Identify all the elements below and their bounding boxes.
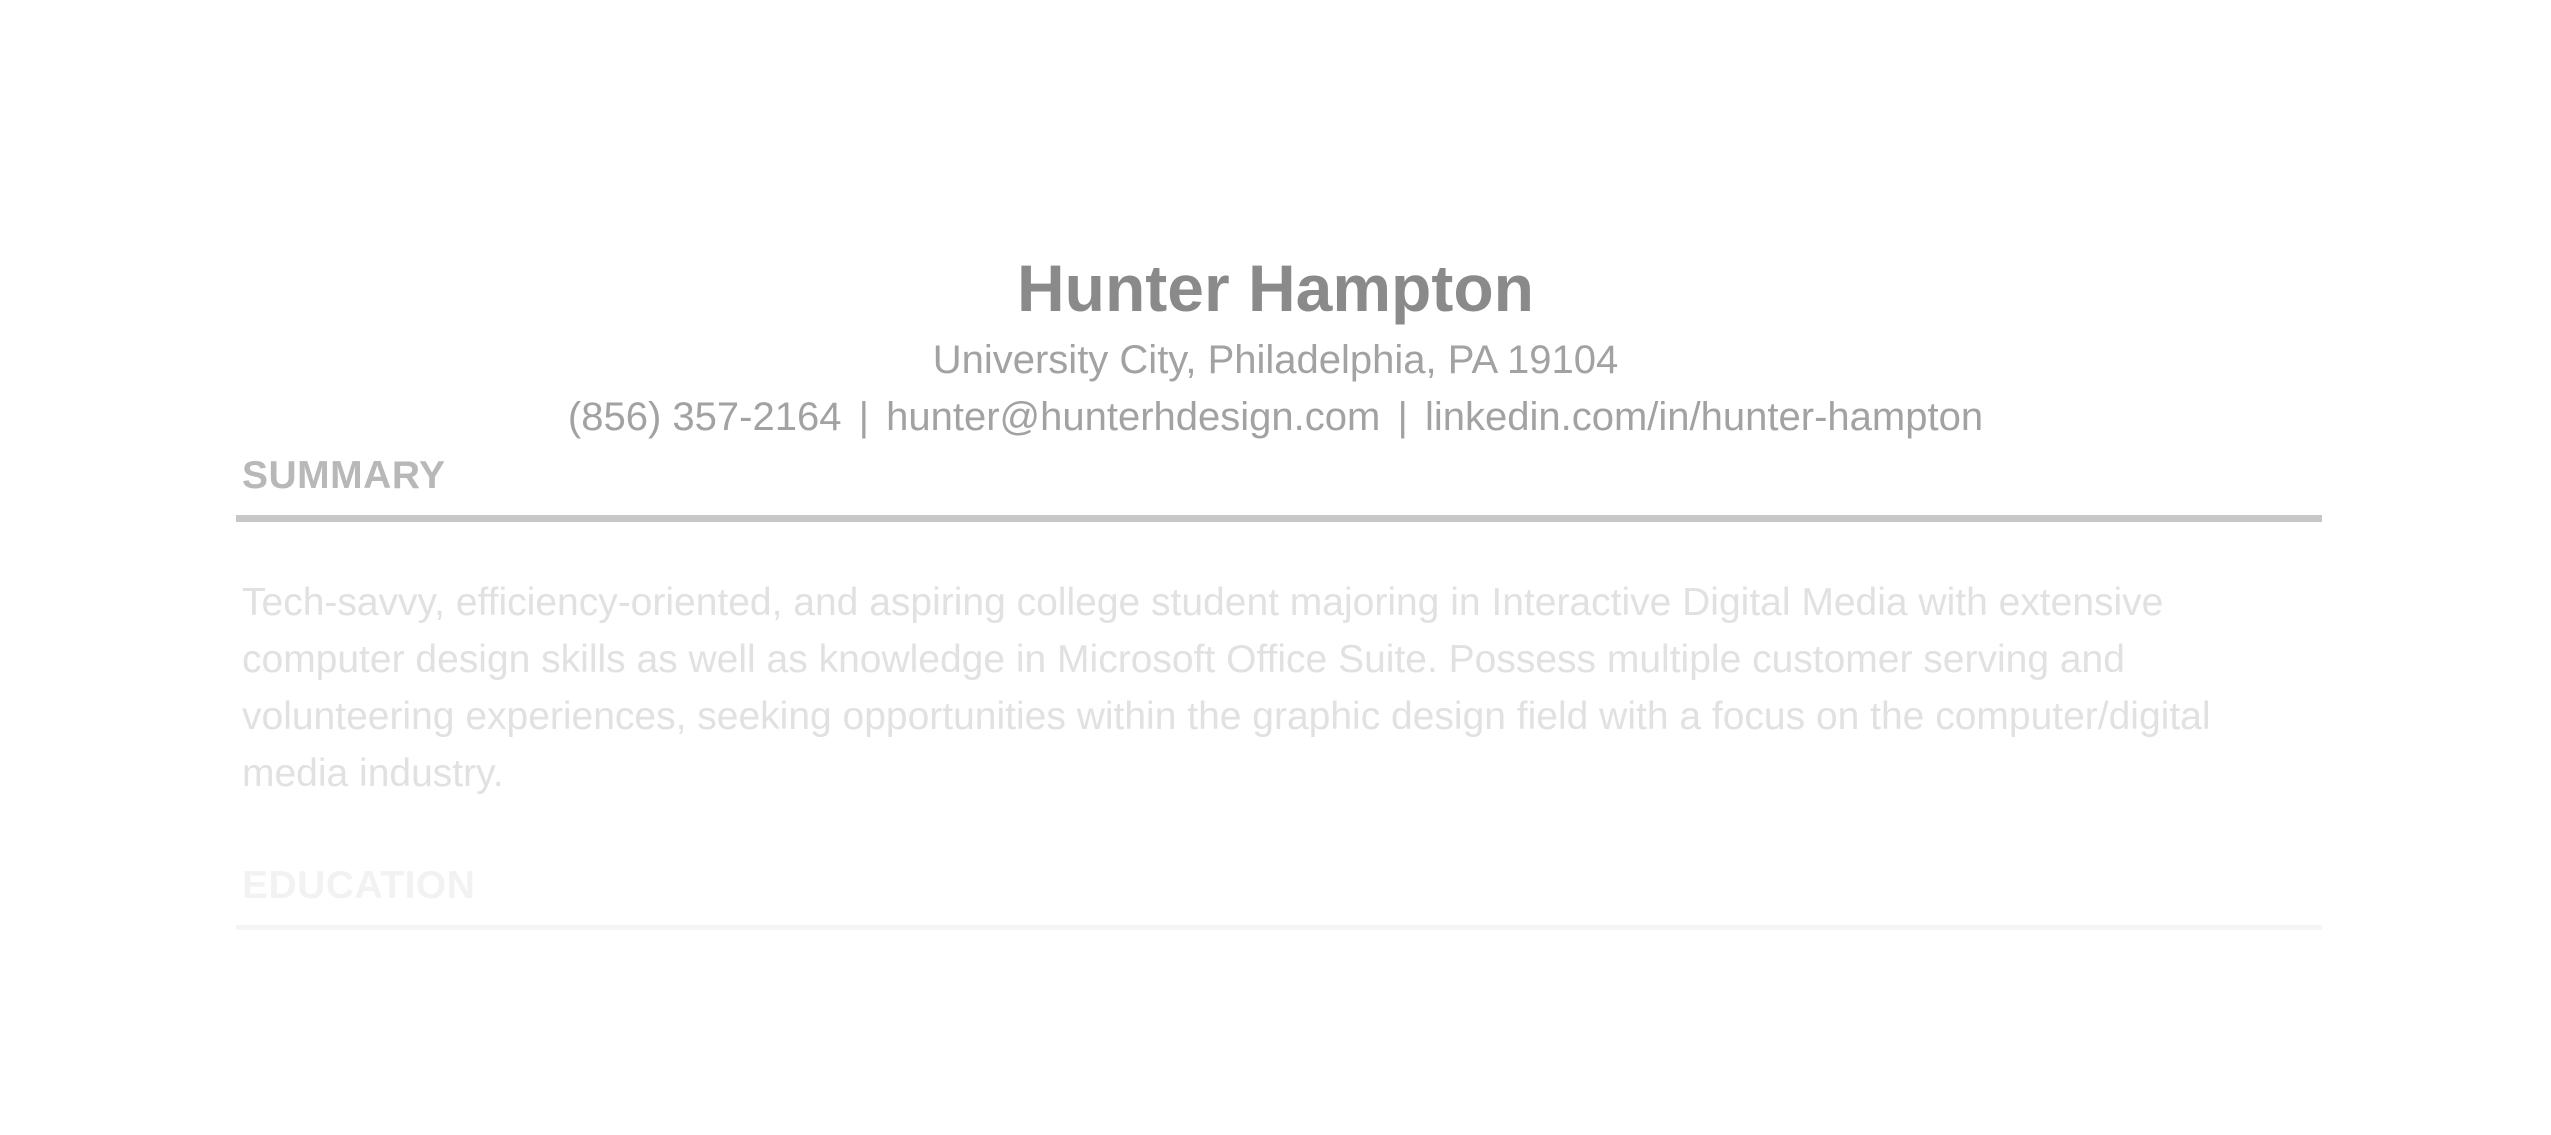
contact-separator: | <box>858 395 869 439</box>
candidate-address: University City, Philadelphia, PA 19104 <box>932 338 1619 382</box>
resume-page: Hunter Hampton University City, Philadel… <box>0 0 2551 1135</box>
phone-number: (856) 357-2164 <box>567 395 842 439</box>
education-section: EDUCATION <box>236 861 2322 930</box>
summary-text: Tech-savvy, efficiency-oriented, and asp… <box>242 581 2211 795</box>
candidate-name: Hunter Hampton <box>1017 251 1534 325</box>
summary-divider <box>236 515 2322 522</box>
linkedin-url: linkedin.com/in/hunter-hampton <box>1424 395 1984 439</box>
contact-separator: | <box>1397 395 1408 439</box>
education-heading: EDUCATION <box>242 864 476 907</box>
contact-line: (856) 357-2164 | hunter@hunterhdesign.co… <box>0 388 2551 446</box>
resume-header: Hunter Hampton University City, Philadel… <box>0 246 2551 446</box>
summary-heading: SUMMARY <box>242 454 446 497</box>
summary-section: SUMMARY <box>236 451 2322 522</box>
email-address: hunter@hunterhdesign.com <box>886 395 1381 439</box>
education-divider <box>236 925 2322 930</box>
